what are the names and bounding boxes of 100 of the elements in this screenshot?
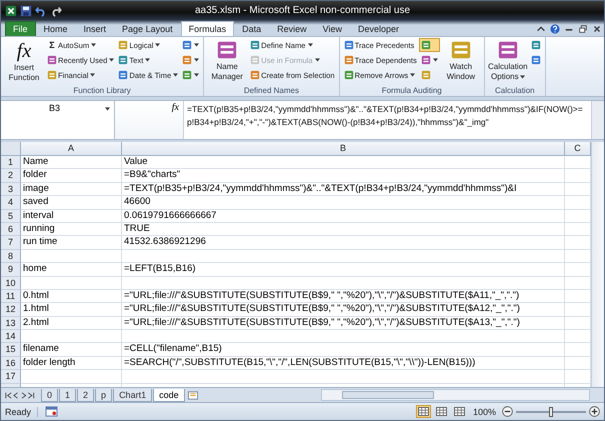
ribbon-button[interactable] [180,38,202,52]
table-cell: ="URL;file:///"&SUBSTITUTE(SUBSTITUTE(B$9," ","%20"),"\","/")&SUBSTITUTE($A12,"_",".") [122,303,565,317]
row-header[interactable]: 10 [1,276,21,290]
column-header[interactable]: C [565,142,591,156]
table-cell: folder length [21,356,122,370]
caret-icon [308,43,312,47]
ribbon-button[interactable] [418,38,440,52]
sheet-tab[interactable]: p [95,388,112,402]
ribbon-tab[interactable]: Page Layout [114,21,181,36]
view-button[interactable] [416,405,431,418]
ribbon-tab[interactable]: Review [269,21,315,36]
ribbon-button[interactable]: Name Manager [206,38,248,86]
table-cell: 0.0619791666666667 [122,210,565,223]
help-icon[interactable] [550,24,560,34]
table-cell: ="URL;file:///"&SUBSTITUTE(SUBSTITUTE(B$9," ","%20"),"\","/")&SUBSTITUTE($A13,"_",".") [122,316,565,330]
ribbon-tab[interactable]: Developer [350,21,408,36]
row-header[interactable]: 9 [1,263,21,277]
spreadsheet-logo-icon[interactable] [5,4,17,16]
sheet-tab[interactable]: code [153,388,185,402]
table-cell: folder [21,169,122,183]
ribbon-button[interactable] [180,53,202,67]
row-header[interactable]: 17 [1,370,21,384]
column-header[interactable]: A [21,142,122,156]
ribbon-tab[interactable]: Home [36,21,76,36]
formula-field[interactable]: =TEXT(p!B35+p!B3/24,"yymmdd'hhmmss")&".."&TEXT(p!B34+p!B3/24,"yymmdd'hhmmss")&IF(NOW()>=p!B34+p!B3/24,"+","-")&TEXT(ABS(NOW()-(p!B34+p!B3/24)),"hhmmss")&"_img" [184,101,591,139]
sheet-tab[interactable]: Chart1 [113,388,152,402]
insert-sheet-icon[interactable] [186,390,200,400]
macro-record-icon[interactable] [45,406,58,417]
ribbon-tab[interactable]: Formulas [180,21,234,36]
caret-icon [194,73,200,77]
table-cell: home [21,263,122,277]
zoom-slider-thumb[interactable] [549,406,553,416]
command-icon [118,55,128,65]
table-cell: saved [21,196,122,210]
table-cell: =TEXT(p!B35+p!B3/24,"yymmdd'hhmmss")&".."&TEXT(p!B34+p!B3/24,"yymmdd'hhmmss")&I [122,182,565,196]
caret-icon [410,73,416,77]
group-label: Function Library [72,86,132,96]
view-button[interactable] [452,405,467,418]
row-header[interactable]: 11 [1,290,21,304]
row-header[interactable]: 15 [1,343,21,357]
formula-scrollbar[interactable] [591,101,604,139]
save-icon[interactable] [20,4,32,16]
row-header[interactable]: 12 [1,303,21,317]
horizontal-scrollbar[interactable] [320,389,590,401]
table-cell: Value [122,156,565,170]
command-icon [344,55,354,65]
restore-icon[interactable] [578,24,588,34]
ribbon-tab[interactable]: Insert [76,21,114,36]
sheet-tab[interactable]: 1 [59,388,76,402]
undo-icon[interactable] [35,4,47,16]
command-icon [118,40,128,50]
ribbon-tab[interactable]: File [5,21,36,36]
collapse-ribbon-icon[interactable] [536,24,546,34]
row-header[interactable]: 14 [1,330,21,344]
row-header[interactable]: 16 [1,356,21,370]
command-icon [344,70,354,80]
caret-icon [194,43,200,47]
caret-icon[interactable] [105,107,110,111]
command-icon [420,40,431,50]
sheet-tab[interactable]: 2 [77,388,94,402]
ribbon-button[interactable]: Watch Window [440,38,482,86]
zoom-level[interactable]: 100% [472,406,496,416]
insert-function-button[interactable]: fx [172,102,179,113]
zoom-in-icon[interactable] [589,406,600,417]
column-header[interactable]: B [122,142,565,156]
table-cell: 46600 [122,196,565,210]
command-icon [530,55,541,65]
caret-icon [520,75,525,79]
ribbon-tab[interactable]: View [314,21,350,36]
redo-icon[interactable] [50,4,62,16]
view-button[interactable] [434,405,449,418]
table-cell: 1.html [21,303,122,317]
row-header[interactable]: 4 [1,196,21,210]
status-text: Ready [5,406,38,416]
row-header[interactable]: 8 [1,250,21,264]
ribbon-button[interactable]: fx Insert Function [3,38,45,86]
command-icon [216,39,238,61]
row-header[interactable]: 2 [1,169,21,183]
ribbon-button[interactable]: Calculation Options [486,38,529,86]
command-icon [250,70,260,80]
sheet-tab[interactable]: 0 [41,388,58,402]
window-title: aa35.xlsm - Microsoft Excel non-commercial use [194,5,412,16]
zoom-out-icon[interactable] [502,406,513,417]
caret-icon [109,58,114,62]
row-header[interactable]: 1 [1,156,21,170]
row-header[interactable]: 13 [1,316,21,330]
table-cell: 41532.6386921296 [122,236,565,250]
close-icon[interactable] [592,24,602,34]
table-cell: ="URL;file:///"&SUBSTITUTE(SUBSTITUTE(B$9," ","%20"),"\","/")&SUBSTITUTE($A11,"_",".") [122,290,565,304]
row-header[interactable]: 5 [1,210,21,223]
ribbon-tab[interactable]: Data [234,21,270,36]
caret-icon [314,58,320,62]
ribbon-button[interactable] [180,68,202,82]
table-cell: =LEFT(B15,B16) [122,263,565,277]
row-header[interactable]: 3 [1,182,21,196]
row-header[interactable]: 6 [1,222,21,236]
row-header[interactable]: 7 [1,236,21,250]
table-cell: =B9&"charts" [122,169,565,183]
command-icon [344,40,354,50]
vertical-scrollbar[interactable] [591,142,604,387]
